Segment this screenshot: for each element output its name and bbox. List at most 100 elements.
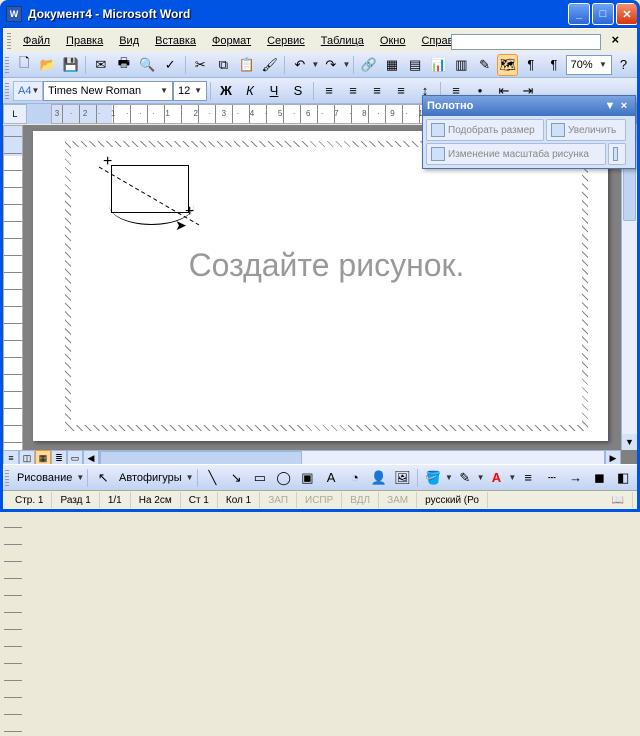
- float-titlebar[interactable]: Полотно ▼ ×: [423, 96, 635, 116]
- diagram-button[interactable]: ◔: [344, 467, 366, 489]
- redo-button[interactable]: ↷: [320, 54, 341, 76]
- menu-tools[interactable]: Сервис: [259, 33, 313, 49]
- tab-selector[interactable]: L: [3, 104, 27, 124]
- textbox-button[interactable]: ▣: [297, 467, 319, 489]
- oval-button[interactable]: ◯: [273, 467, 295, 489]
- menu-insert[interactable]: Вставка: [147, 33, 204, 49]
- 3d-button[interactable]: ◧: [612, 467, 634, 489]
- font-name-combo[interactable]: Times New Roman▼: [43, 81, 173, 101]
- dash-style-button[interactable]: ┄: [541, 467, 563, 489]
- vertical-scrollbar[interactable]: ▲ ▼: [621, 125, 637, 450]
- cut-button[interactable]: ✂: [190, 54, 211, 76]
- align-center-button[interactable]: ≡: [342, 80, 364, 102]
- canvas-scale-button[interactable]: Изменение масштаба рисунка: [426, 143, 606, 165]
- menu-table[interactable]: Таблица: [313, 33, 372, 49]
- zoom-combo[interactable]: 70%▼: [566, 55, 612, 75]
- picture-button[interactable]: 🖼: [392, 467, 414, 489]
- page[interactable]: + + ➤ Создайте рисунок.: [33, 131, 608, 441]
- align-right-button[interactable]: ≡: [366, 80, 388, 102]
- status-rec[interactable]: ЗАП: [260, 492, 297, 508]
- status-ovr[interactable]: ЗАМ: [379, 492, 417, 508]
- help-search-input[interactable]: [451, 34, 601, 50]
- shape-handle-icon[interactable]: +: [103, 153, 112, 171]
- undo-button[interactable]: ↶: [289, 54, 310, 76]
- arrow-button[interactable]: ↘: [225, 467, 247, 489]
- hscroll-thumb[interactable]: [100, 451, 302, 465]
- font-color-button[interactable]: A: [486, 467, 508, 489]
- italic-button[interactable]: К: [239, 80, 261, 102]
- wordart-button[interactable]: A: [320, 467, 342, 489]
- paste-button[interactable]: 📋: [236, 54, 257, 76]
- menu-edit[interactable]: Правка: [58, 33, 111, 49]
- line-style-button[interactable]: ≡: [517, 467, 539, 489]
- float-close-button[interactable]: ×: [617, 100, 631, 112]
- maximize-button[interactable]: □: [592, 3, 614, 25]
- toolbar-grip[interactable]: [7, 33, 11, 49]
- shadow-button[interactable]: ◼: [589, 467, 611, 489]
- help-button[interactable]: ?: [613, 54, 634, 76]
- drawing-canvas-frame[interactable]: + + ➤ Создайте рисунок.: [65, 141, 588, 431]
- canvas-expand-button[interactable]: Увеличить: [546, 119, 626, 141]
- preview-button[interactable]: 🔍: [136, 54, 157, 76]
- draw-table-button[interactable]: ▤: [405, 54, 426, 76]
- toolbar-grip[interactable]: [5, 57, 9, 73]
- line-button[interactable]: ╲: [202, 467, 224, 489]
- new-doc-button[interactable]: 🗋: [14, 54, 35, 76]
- hyperlink-button[interactable]: 🔗: [358, 54, 379, 76]
- bold-button[interactable]: Ж: [215, 80, 237, 102]
- excel-button[interactable]: 📊: [428, 54, 449, 76]
- status-ext[interactable]: ВДЛ: [342, 492, 379, 508]
- print-button[interactable]: 🖶: [113, 54, 134, 76]
- style-combo[interactable]: A4▼: [13, 81, 43, 101]
- align-left-button[interactable]: ≡: [318, 80, 340, 102]
- font-size-combo[interactable]: 12▼: [173, 81, 207, 101]
- rectangle-button[interactable]: ▭: [249, 467, 271, 489]
- scroll-down-button[interactable]: ▼: [622, 434, 637, 450]
- vertical-ruler[interactable]: [3, 125, 23, 466]
- canvas-float-toolbar[interactable]: Полотно ▼ × Подобрать размер Увеличить И…: [422, 95, 636, 169]
- minimize-button[interactable]: _: [568, 3, 590, 25]
- clipart-button[interactable]: 👤: [368, 467, 390, 489]
- drawing-canvas[interactable]: + + ➤ Создайте рисунок.: [71, 147, 582, 425]
- autoshapes-button[interactable]: Автофигуры: [115, 472, 186, 484]
- show-marks-button[interactable]: ¶: [520, 54, 541, 76]
- toolbar-grip[interactable]: [5, 470, 9, 486]
- fill-color-button[interactable]: 🪣: [422, 467, 444, 489]
- menu-view[interactable]: Вид: [111, 33, 147, 49]
- menubar-close-icon[interactable]: ×: [611, 32, 619, 47]
- spellcheck-button[interactable]: ✓: [160, 54, 181, 76]
- strike-button[interactable]: S: [287, 80, 309, 102]
- status-language[interactable]: русский (Ро: [417, 492, 488, 508]
- columns-button[interactable]: ▥: [451, 54, 472, 76]
- open-button[interactable]: 📂: [37, 54, 58, 76]
- menu-bar: Файл Правка Вид Вставка Формат Сервис Та…: [0, 28, 640, 52]
- float-options-button[interactable]: ▼: [603, 100, 617, 112]
- align-justify-button[interactable]: ≡: [390, 80, 412, 102]
- draw-menu-button[interactable]: Рисование: [13, 472, 76, 484]
- menu-window[interactable]: Окно: [372, 33, 414, 49]
- select-objects-button[interactable]: ↖: [92, 467, 114, 489]
- canvas-fit-button[interactable]: Подобрать размер: [426, 119, 544, 141]
- format-painter-button[interactable]: 🖌: [259, 54, 280, 76]
- drawing-toolbar-button[interactable]: ✎: [474, 54, 495, 76]
- expand-icon: [551, 123, 565, 137]
- doc-map-button[interactable]: 🗺: [497, 54, 518, 76]
- mail-button[interactable]: ✉: [90, 54, 111, 76]
- line-color-button[interactable]: ✎: [454, 467, 476, 489]
- toolbar-grip[interactable]: [5, 83, 9, 99]
- underline-button[interactable]: Ч: [263, 80, 285, 102]
- close-button[interactable]: ✕: [616, 3, 638, 25]
- window-title: Документ4 - Microsoft Word: [28, 7, 568, 21]
- canvas-wrap-button[interactable]: [608, 143, 626, 165]
- save-button[interactable]: 💾: [60, 54, 81, 76]
- insert-table-button[interactable]: ▦: [381, 54, 402, 76]
- arrow-style-button[interactable]: →: [565, 467, 587, 489]
- nonprinting-button[interactable]: ¶: [543, 54, 564, 76]
- menu-file[interactable]: Файл: [15, 33, 58, 49]
- scale-icon: [431, 147, 445, 161]
- status-trk[interactable]: ИСПР: [297, 492, 342, 508]
- zoom-value: 70%: [571, 59, 593, 71]
- copy-button[interactable]: ⧉: [213, 54, 234, 76]
- menu-format[interactable]: Формат: [204, 33, 259, 49]
- status-book-icon[interactable]: 📖: [604, 492, 633, 508]
